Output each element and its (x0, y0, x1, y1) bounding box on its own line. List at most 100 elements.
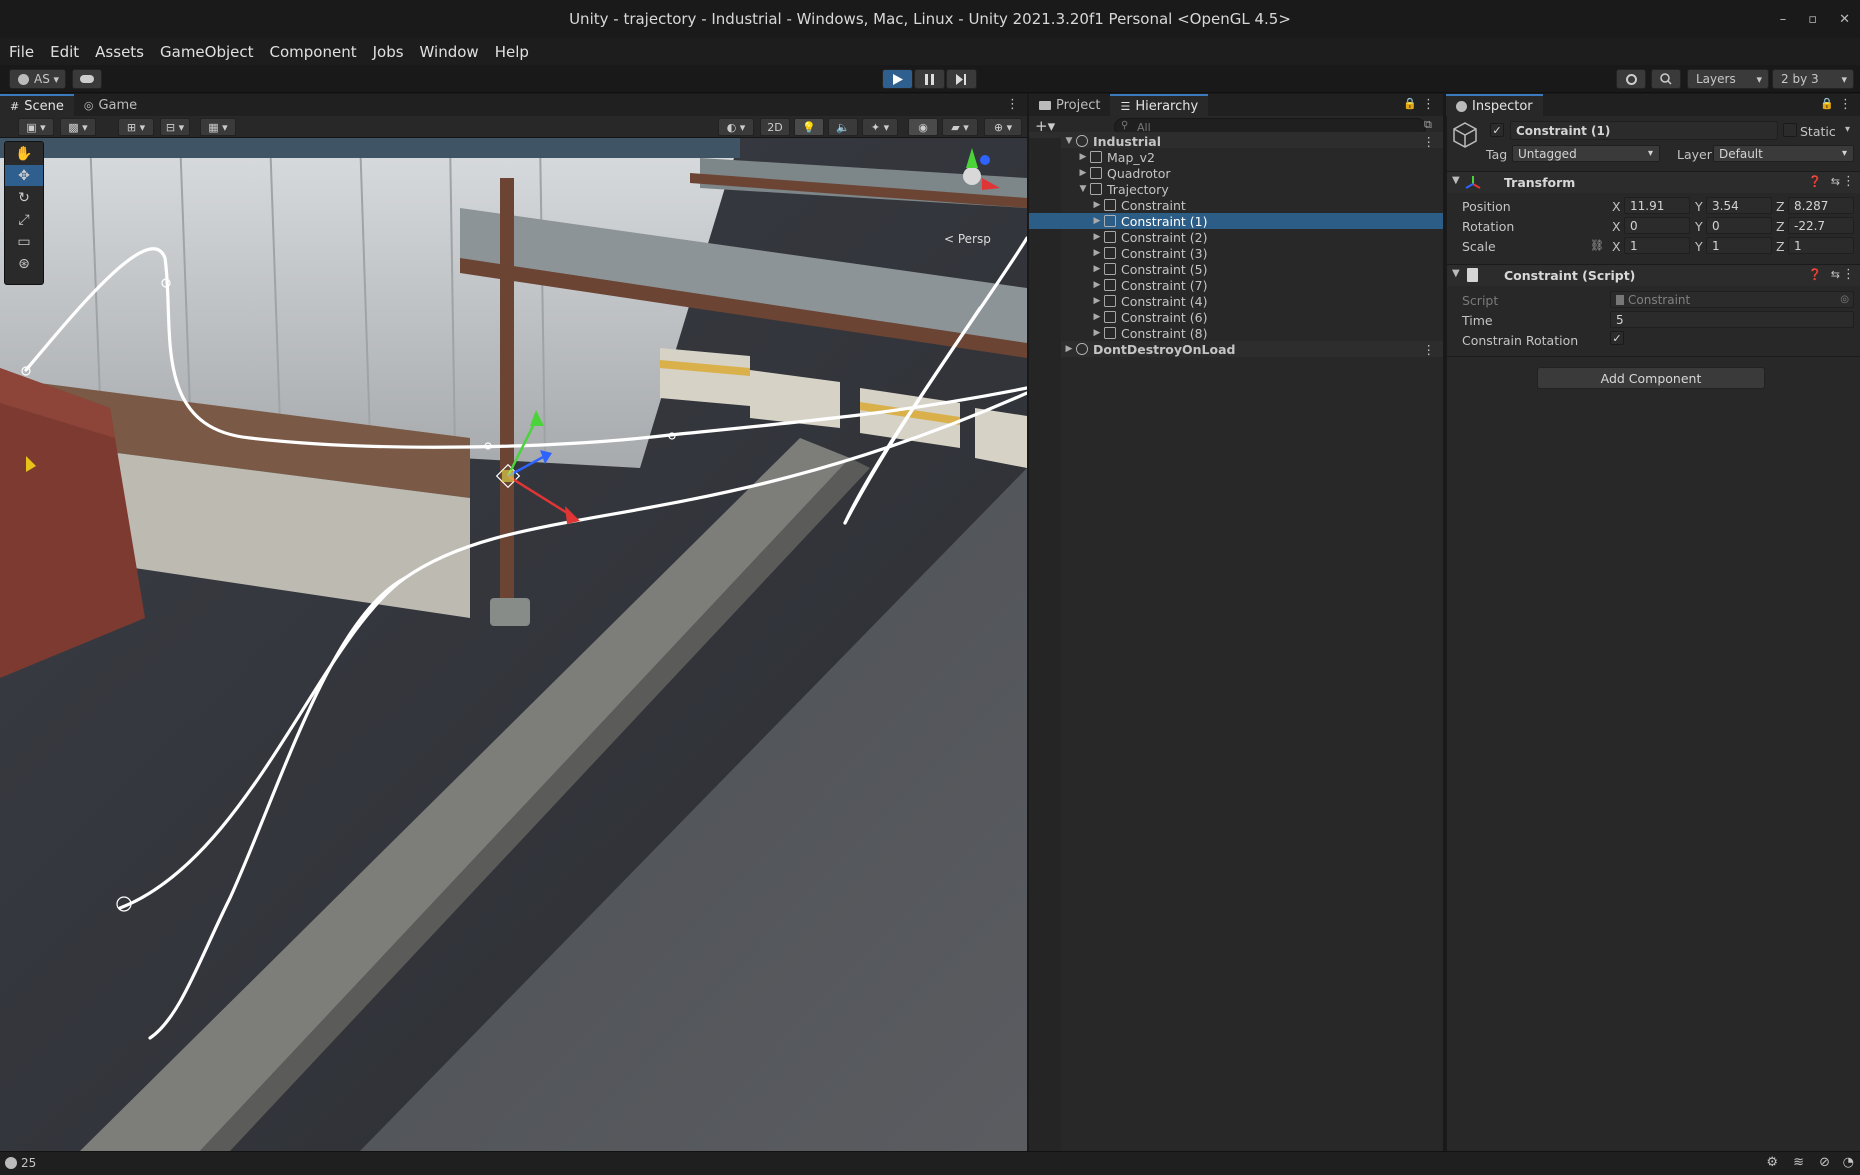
position-y-field[interactable]: 3.54 (1706, 197, 1772, 214)
collapsed-arrow-icon[interactable]: ▶ (1091, 232, 1103, 242)
tab-scene[interactable]: # Scene (0, 94, 74, 116)
tag-dropdown[interactable]: Untagged ▾ (1512, 145, 1660, 162)
progress-status-icon[interactable]: ◔ (1843, 1155, 1854, 1170)
inspector-kebab-icon[interactable]: ⋮ (1839, 97, 1852, 112)
tab-inspector[interactable]: Inspector (1446, 94, 1543, 116)
hierarchy-row[interactable]: ▶ Constraint (1) (1029, 213, 1443, 229)
tab-hierarchy[interactable]: ☰ Hierarchy (1110, 94, 1209, 116)
active-checkbox[interactable]: ✓ (1490, 123, 1504, 137)
collapsed-arrow-icon[interactable]: ▶ (1091, 264, 1103, 274)
scene-kebab-icon[interactable]: ⋮ (1423, 134, 1436, 149)
hierarchy-row[interactable]: ▶ Constraint (8) (1029, 325, 1443, 341)
menu-gameobject[interactable]: GameObject (160, 43, 254, 61)
object-name-field[interactable]: Constraint (1) (1510, 121, 1778, 140)
grid-snap-dropdown[interactable]: ⊞ ▾ (118, 118, 154, 136)
hierarchy-kebab-icon[interactable]: ⋮ (1422, 97, 1435, 112)
collapsed-arrow-icon[interactable]: ▶ (1063, 344, 1075, 354)
mode-2d-toggle[interactable]: 2D (760, 118, 790, 136)
rotation-z-field[interactable]: -22.7 (1788, 217, 1854, 234)
expanded-arrow-icon[interactable]: ▼ (1077, 184, 1089, 194)
lighting-toggle[interactable]: 💡 (794, 118, 824, 136)
hierarchy-row[interactable]: ▶ Constraint (3) (1029, 245, 1443, 261)
search-button[interactable] (1651, 69, 1681, 89)
layers-dropdown[interactable]: Layers (1687, 69, 1769, 89)
add-component-button[interactable]: Add Component (1537, 367, 1765, 389)
hierarchy-row[interactable]: ▶ Constraint (4) (1029, 293, 1443, 309)
effects-dropdown[interactable]: ✦ ▾ (862, 118, 898, 136)
hierarchy-row[interactable]: ▼ Industrial ⋮ (1029, 133, 1443, 149)
collapsed-arrow-icon[interactable]: ▶ (1091, 248, 1103, 258)
static-dropdown-icon[interactable]: ▾ (1845, 124, 1850, 135)
expanded-arrow-icon[interactable]: ▼ (1063, 136, 1075, 146)
transform-help-icon[interactable]: ❓ (1808, 175, 1822, 188)
cache-server-icon[interactable]: ≋ (1793, 1155, 1804, 1170)
rect-tool[interactable]: ▭ (5, 231, 43, 252)
move-tool[interactable]: ✥ (5, 165, 43, 186)
menu-jobs[interactable]: Jobs (373, 43, 404, 61)
history-button[interactable] (1616, 69, 1646, 89)
scale-z-field[interactable]: 1 (1788, 237, 1854, 254)
scale-tool[interactable]: ⤢ (5, 209, 43, 230)
search-filter-icon[interactable]: ⧉ (1424, 118, 1432, 132)
pause-button[interactable] (914, 69, 945, 89)
camera-dropdown[interactable]: ▰ ▾ (942, 118, 978, 136)
position-x-field[interactable]: 11.91 (1624, 197, 1690, 214)
console-info-icon[interactable] (5, 1157, 17, 1169)
hierarchy-row[interactable]: ▶ Constraint (1029, 197, 1443, 213)
cloud-button[interactable] (72, 69, 102, 89)
hierarchy-row[interactable]: ▶ DontDestroyOnLoad ⋮ (1029, 341, 1443, 357)
hierarchy-row[interactable]: ▶ Quadrotor (1029, 165, 1443, 181)
transform-preset-icon[interactable]: ⇆ (1831, 175, 1840, 188)
hierarchy-row[interactable]: ▼ Trajectory (1029, 181, 1443, 197)
transform-tool[interactable]: ⊛ (5, 253, 43, 274)
layout-dropdown[interactable]: 2 by 3 (1772, 69, 1854, 89)
shading-dropdown[interactable]: ◐ ▾ (718, 118, 754, 136)
perspective-label[interactable]: < Persp (944, 232, 991, 246)
scene-kebab-icon[interactable]: ⋮ (1423, 342, 1436, 357)
rotation-x-field[interactable]: 0 (1624, 217, 1690, 234)
hierarchy-row[interactable]: ▶ Constraint (2) (1029, 229, 1443, 245)
gizmos-dropdown[interactable]: ⊕ ▾ (984, 118, 1022, 136)
menu-component[interactable]: Component (270, 43, 357, 61)
script-help-icon[interactable]: ❓ (1808, 268, 1822, 281)
script-kebab-icon[interactable]: ⋮ (1842, 267, 1855, 282)
menu-help[interactable]: Help (495, 43, 529, 61)
hand-tool[interactable]: ✋ (5, 143, 43, 164)
scene-viewport[interactable]: < Persp (0, 138, 1027, 1151)
rotation-y-field[interactable]: 0 (1706, 217, 1772, 234)
menu-file[interactable]: File (9, 43, 34, 61)
hierarchy-lock-icon[interactable]: 🔒 (1403, 97, 1417, 110)
hidden-objects-toggle[interactable]: ◉ (908, 118, 938, 136)
scale-x-field[interactable]: 1 (1624, 237, 1690, 254)
inspector-lock-icon[interactable]: 🔒 (1820, 97, 1834, 110)
hierarchy-row[interactable]: ▶ Constraint (7) (1029, 277, 1443, 293)
constrain-rotation-checkbox[interactable]: ✓ (1610, 331, 1624, 345)
collapsed-arrow-icon[interactable]: ▶ (1077, 168, 1089, 178)
script-preset-icon[interactable]: ⇆ (1831, 268, 1840, 281)
constrain-proportions-link-icon[interactable]: ⛓ (1590, 239, 1604, 252)
collapsed-arrow-icon[interactable]: ▶ (1091, 280, 1103, 290)
rotate-tool[interactable]: ↻ (5, 187, 43, 208)
collapsed-arrow-icon[interactable]: ▶ (1091, 200, 1103, 210)
static-checkbox[interactable] (1783, 123, 1797, 137)
collapsed-arrow-icon[interactable]: ▶ (1091, 296, 1103, 306)
hierarchy-row[interactable]: ▶ Map_v2 (1029, 149, 1443, 165)
account-dropdown[interactable]: AS (9, 69, 66, 89)
tab-project[interactable]: Project (1029, 94, 1110, 116)
time-field[interactable]: 5 (1610, 311, 1854, 328)
tab-game[interactable]: ◎ Game (74, 94, 147, 116)
scene-kebab-icon[interactable]: ⋮ (1006, 97, 1019, 112)
scale-y-field[interactable]: 1 (1706, 237, 1772, 254)
collapsed-arrow-icon[interactable]: ▶ (1077, 152, 1089, 162)
close-icon[interactable]: ✕ (1839, 12, 1850, 27)
transform-component-header[interactable]: ▼ Transform ❓ ⇆ ⋮ (1447, 171, 1860, 193)
gizmo-pivot-dropdown[interactable]: ▩ ▾ (60, 118, 96, 136)
position-z-field[interactable]: 8.287 (1788, 197, 1854, 214)
collapsed-arrow-icon[interactable]: ▶ (1091, 328, 1103, 338)
layer-dropdown[interactable]: Default ▾ (1713, 145, 1854, 162)
debug-bug-icon[interactable]: ⚙ (1766, 1155, 1778, 1170)
maximize-icon[interactable]: ▫ (1808, 12, 1817, 27)
collapsed-arrow-icon[interactable]: ▶ (1091, 216, 1103, 226)
grid-visibility-dropdown[interactable]: ▦ ▾ (200, 118, 236, 136)
play-button[interactable] (882, 69, 913, 89)
